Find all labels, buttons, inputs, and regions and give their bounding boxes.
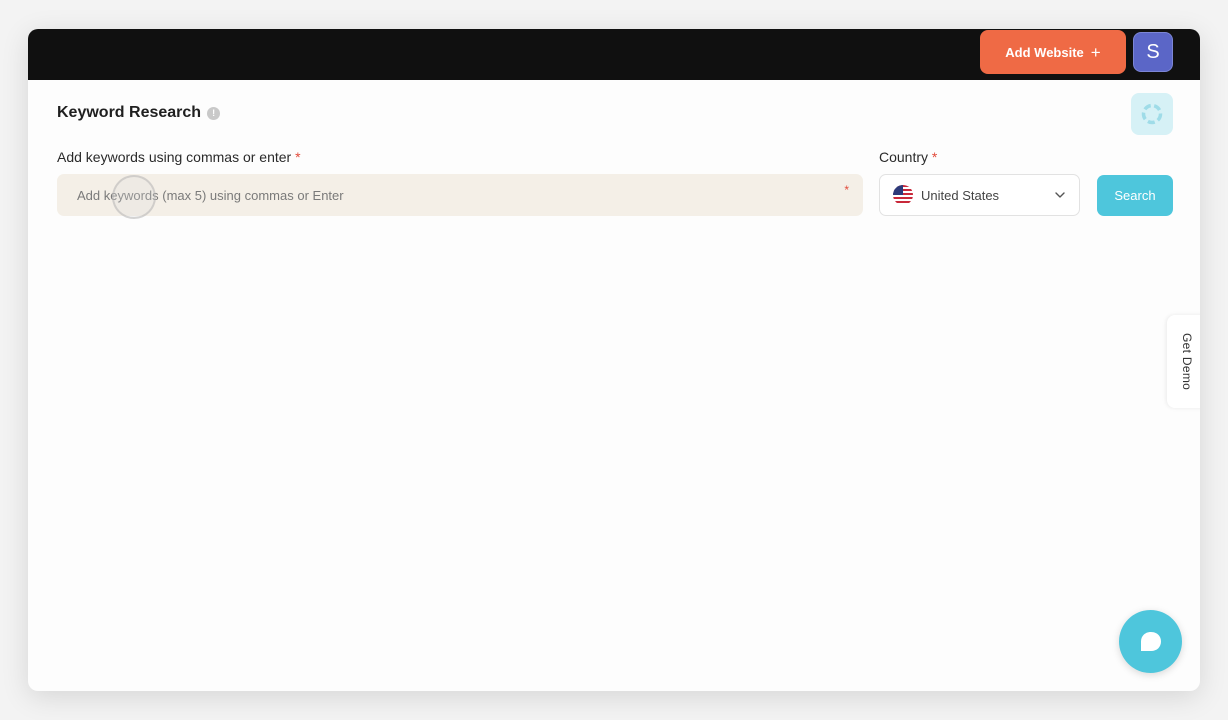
required-marker: *: [295, 149, 301, 165]
chevron-down-icon: [1055, 192, 1065, 198]
required-marker: *: [931, 149, 938, 165]
search-button-label: Search: [1114, 188, 1156, 203]
keywords-input[interactable]: [57, 174, 863, 216]
spinner-icon: [1141, 103, 1163, 125]
input-required-marker: *: [844, 183, 849, 197]
keywords-label: Add keywords using commas or enter *: [57, 149, 301, 165]
country-select[interactable]: United States: [879, 174, 1080, 216]
chat-button[interactable]: [1119, 610, 1182, 673]
us-flag-icon: [893, 185, 913, 205]
add-website-label: Add Website: [1005, 44, 1084, 60]
avatar-initial: S: [1146, 40, 1160, 63]
avatar[interactable]: S: [1133, 32, 1173, 72]
search-button[interactable]: Search: [1097, 175, 1173, 216]
country-label: Country *: [879, 149, 937, 165]
info-icon[interactable]: !: [207, 106, 221, 120]
plus-icon: +: [1090, 42, 1101, 62]
app-window: Add Website + S Keyword Research ! Add k…: [28, 29, 1200, 691]
chat-bubble-icon: [1140, 631, 1161, 651]
loading-indicator: [1131, 93, 1173, 135]
country-value: United States: [921, 187, 1000, 203]
keywords-label-text: Add keywords using commas or enter: [57, 149, 292, 165]
keywords-input-container: *: [57, 174, 863, 216]
page-title-text: Keyword Research: [57, 104, 202, 121]
page-title: Keyword Research !: [57, 104, 221, 122]
get-demo-label: Get Demo: [1180, 332, 1194, 391]
add-website-button[interactable]: Add Website +: [980, 30, 1126, 74]
top-navbar: Add Website + S: [28, 29, 1200, 80]
country-label-text: Country: [879, 149, 929, 165]
get-demo-tab[interactable]: Get Demo: [1167, 315, 1200, 408]
